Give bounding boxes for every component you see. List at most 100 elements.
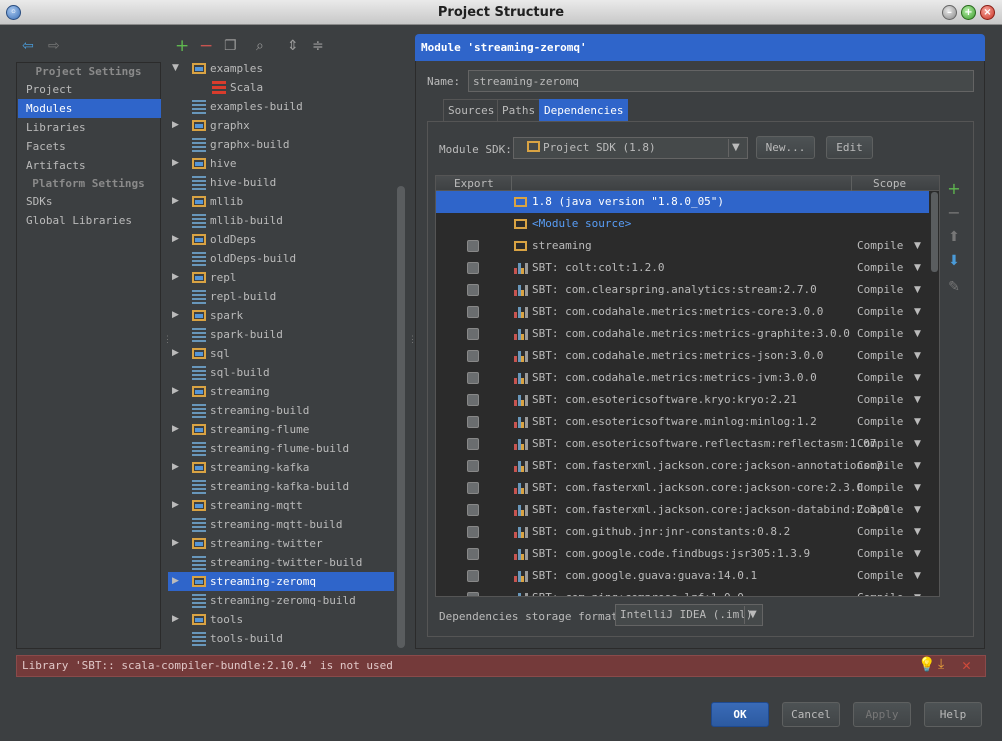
export-checkbox[interactable]: [467, 240, 479, 252]
tree-item[interactable]: mllib-build: [168, 211, 394, 230]
table-row[interactable]: SBT: com.esotericsoftware.minlog:minlog:…: [436, 411, 929, 433]
scope-value[interactable]: Compile: [857, 345, 903, 367]
chevron-down-icon[interactable]: ▼: [914, 543, 921, 565]
remove-icon[interactable]: −: [199, 38, 213, 55]
tree-item[interactable]: tools-build: [168, 629, 394, 648]
table-row[interactable]: SBT: com.codahale.metrics:metrics-core:3…: [436, 301, 929, 323]
add-icon[interactable]: +: [175, 38, 189, 55]
tree-item[interactable]: streaming-mqtt-build: [168, 515, 394, 534]
chevron-down-icon[interactable]: ▼: [914, 477, 921, 499]
tree-item[interactable]: ▶ oldDeps: [168, 230, 394, 249]
tree-item[interactable]: streaming-zeromq-build: [168, 591, 394, 610]
tree-item[interactable]: ▶ streaming-flume: [168, 420, 394, 439]
scope-value[interactable]: Compile: [857, 411, 903, 433]
scope-value[interactable]: Compile: [857, 521, 903, 543]
chevron-down-icon[interactable]: ▼: [914, 301, 921, 323]
export-checkbox[interactable]: [467, 372, 479, 384]
expand-right-icon[interactable]: ▶: [172, 154, 179, 173]
move-up-icon[interactable]: ⬆: [946, 229, 962, 245]
copy-icon[interactable]: ❐: [224, 38, 237, 54]
nav-item-facets[interactable]: Facets: [18, 137, 161, 156]
tree-item[interactable]: Scala: [168, 78, 394, 97]
export-checkbox[interactable]: [467, 570, 479, 582]
expand-right-icon[interactable]: ▶: [172, 268, 179, 287]
tree-item[interactable]: streaming-kafka-build: [168, 477, 394, 496]
close-icon[interactable]: ×: [980, 5, 995, 20]
search-icon[interactable]: ⌕: [256, 38, 264, 54]
export-checkbox[interactable]: [467, 504, 479, 516]
expand-right-icon[interactable]: ▶: [172, 230, 179, 249]
expand-right-icon[interactable]: ▶: [172, 344, 179, 363]
tree-item[interactable]: ▶ sql: [168, 344, 394, 363]
scope-value[interactable]: Compile: [857, 235, 903, 257]
tree-item[interactable]: graphx-build: [168, 135, 394, 154]
expand-right-icon[interactable]: ▶: [172, 496, 179, 515]
expand-right-icon[interactable]: ▶: [172, 534, 179, 553]
tree-item[interactable]: spark-build: [168, 325, 394, 344]
tree-item[interactable]: repl-build: [168, 287, 394, 306]
scope-value[interactable]: Compile: [857, 499, 903, 521]
table-row[interactable]: SBT: com.esotericsoftware.reflectasm:ref…: [436, 433, 929, 455]
chevron-down-icon[interactable]: ▼: [914, 411, 921, 433]
chevron-down-icon[interactable]: ▼: [914, 499, 921, 521]
table-row[interactable]: SBT: com.fasterxml.jackson.core:jackson-…: [436, 455, 929, 477]
table-row[interactable]: SBT: colt:colt:1.2.0 Compile ▼: [436, 257, 929, 279]
tree-item[interactable]: sql-build: [168, 363, 394, 382]
tree-item[interactable]: ▶ graphx: [168, 116, 394, 135]
export-checkbox[interactable]: [467, 526, 479, 538]
back-arrow-icon[interactable]: ⇦: [22, 38, 34, 54]
maximize-icon[interactable]: +: [961, 5, 976, 20]
nav-item-sdks[interactable]: SDKs: [18, 192, 161, 211]
expand-right-icon[interactable]: ▶: [172, 572, 179, 591]
window-menu-icon[interactable]: ◦: [6, 5, 21, 20]
table-row[interactable]: streaming Compile ▼: [436, 235, 929, 257]
splitter-handle[interactable]: ⋮: [163, 335, 172, 349]
tree-item[interactable]: ▶ tools: [168, 610, 394, 629]
table-row[interactable]: SBT: com.codahale.metrics:metrics-jvm:3.…: [436, 367, 929, 389]
export-checkbox[interactable]: [467, 592, 479, 596]
tree-scrollbar[interactable]: [397, 186, 405, 648]
tree-item[interactable]: ▶ streaming-mqtt: [168, 496, 394, 515]
cancel-button[interactable]: Cancel: [782, 702, 840, 727]
table-row[interactable]: 1.8 (java version "1.8.0_05"): [436, 191, 929, 213]
tree-item[interactable]: ▶ mllib: [168, 192, 394, 211]
export-checkbox[interactable]: [467, 548, 479, 560]
nav-item-libraries[interactable]: Libraries: [18, 118, 161, 137]
splitter-handle[interactable]: ⋮: [408, 335, 417, 349]
tree-item[interactable]: ▶ streaming: [168, 382, 394, 401]
chevron-down-icon[interactable]: ▼: [914, 235, 921, 257]
add-dependency-icon[interactable]: +: [946, 179, 962, 198]
chevron-down-icon[interactable]: ▼: [914, 257, 921, 279]
tree-item[interactable]: ▶ streaming-kafka: [168, 458, 394, 477]
nav-item-project[interactable]: Project: [18, 80, 161, 99]
table-row[interactable]: SBT: com.codahale.metrics:metrics-json:3…: [436, 345, 929, 367]
export-checkbox[interactable]: [467, 438, 479, 450]
tree-item[interactable]: ▶ repl: [168, 268, 394, 287]
table-row[interactable]: SBT: com.ning:compress-lzf:1.0.0 Compile ▼: [436, 587, 929, 596]
expand-right-icon[interactable]: ▶: [172, 458, 179, 477]
download-icon[interactable]: ⤓: [938, 656, 944, 672]
nav-item-artifacts[interactable]: Artifacts: [18, 156, 161, 175]
tree-item[interactable]: ▶ streaming-zeromq: [168, 572, 394, 591]
new-sdk-button[interactable]: New...: [756, 136, 815, 159]
expand-right-icon[interactable]: ▶: [172, 420, 179, 439]
expand-right-icon[interactable]: ▶: [172, 610, 179, 629]
apply-button[interactable]: Apply: [853, 702, 911, 727]
tree-item[interactable]: streaming-twitter-build: [168, 553, 394, 572]
module-name-input[interactable]: [468, 70, 974, 92]
edit-pencil-icon[interactable]: ✎: [946, 279, 962, 295]
chevron-down-icon[interactable]: ▼: [914, 367, 921, 389]
close-icon[interactable]: ✕: [962, 656, 971, 674]
tree-item[interactable]: streaming-build: [168, 401, 394, 420]
table-row[interactable]: SBT: com.fasterxml.jackson.core:jackson-…: [436, 477, 929, 499]
expand-all-icon[interactable]: ⇕: [287, 38, 299, 54]
expand-right-icon[interactable]: ▶: [172, 116, 179, 135]
table-row[interactable]: SBT: com.fasterxml.jackson.core:jackson-…: [436, 499, 929, 521]
chevron-down-icon[interactable]: ▼: [749, 604, 757, 626]
table-row[interactable]: SBT: com.clearspring.analytics:stream:2.…: [436, 279, 929, 301]
column-scope[interactable]: Scope: [873, 176, 906, 191]
forward-arrow-icon[interactable]: ⇨: [48, 38, 60, 54]
tab-dependencies[interactable]: Dependencies: [539, 99, 629, 121]
chevron-down-icon[interactable]: ▼: [914, 433, 921, 455]
export-checkbox[interactable]: [467, 262, 479, 274]
